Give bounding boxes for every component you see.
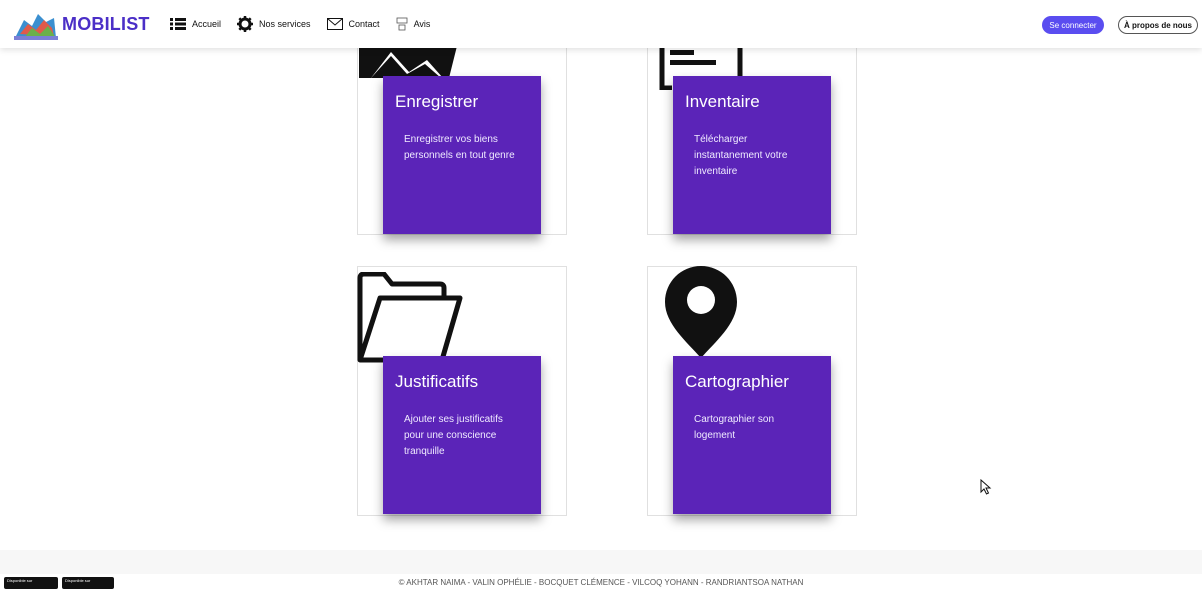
login-button[interactable]: Se connecter <box>1042 16 1104 34</box>
card-description: Cartographier son logement <box>694 414 775 441</box>
nav-label: Nos services <box>259 19 311 29</box>
nav-item-contact[interactable]: Contact <box>326 18 380 30</box>
main-nav: Accueil Nos services Contact Avis <box>170 0 446 48</box>
nav-label: Contact <box>348 19 380 29</box>
gear-icon <box>237 16 254 32</box>
top-navbar: MOBILIST Accueil Nos services Contact Av… <box>0 0 1202 48</box>
nav-label: Accueil <box>192 19 222 29</box>
envelope-icon <box>326 18 343 30</box>
service-card-panel[interactable]: Inventaire Télécharger instantanement vo… <box>673 76 831 234</box>
card-title: Enregistrer <box>395 92 479 111</box>
mouse-cursor-icon <box>980 479 992 495</box>
card-description: Télécharger instantanement votre inventa… <box>694 134 788 177</box>
nav-item-nos-services[interactable]: Nos services <box>237 16 311 32</box>
card-title: Justificatifs <box>395 372 479 391</box>
service-card-panel[interactable]: Justificatifs Ajouter ses justificatifs … <box>383 356 541 514</box>
nav-item-avis[interactable]: Avis <box>396 17 431 31</box>
footer-band <box>0 550 1202 574</box>
mobilist-logo-icon[interactable] <box>14 8 58 40</box>
card-title: Inventaire <box>685 92 760 111</box>
list-icon <box>170 18 186 30</box>
service-card-panel[interactable]: Enregistrer Enregistrer vos biens person… <box>383 76 541 234</box>
nav-item-accueil[interactable]: Accueil <box>170 18 221 30</box>
card-title: Cartographier <box>685 372 789 391</box>
card-description: Ajouter ses justificatifs pour une consc… <box>404 414 503 457</box>
about-button[interactable]: À propos de nous <box>1118 16 1198 34</box>
service-card-panel[interactable]: Cartographier Cartographier son logement <box>673 356 831 514</box>
map-pin-icon <box>665 266 737 358</box>
nav-label: Avis <box>413 19 431 29</box>
register-icon <box>359 46 457 78</box>
folder-icon <box>357 272 463 363</box>
review-icon <box>396 17 407 31</box>
brand-name[interactable]: MOBILIST <box>62 14 150 35</box>
card-description: Enregistrer vos biens personnels en tout… <box>404 134 515 161</box>
